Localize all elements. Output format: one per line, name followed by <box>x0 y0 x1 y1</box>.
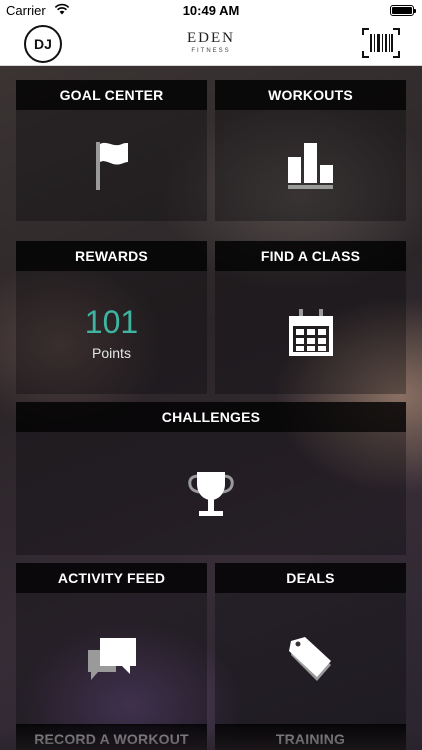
workouts-title: WORKOUTS <box>215 80 406 110</box>
nav-bar: DJ EDEN FITNESS <box>0 22 422 66</box>
deals-title: DEALS <box>215 563 406 593</box>
brand-logo: EDEN FITNESS <box>0 30 422 54</box>
goal-center-title: GOAL CENTER <box>16 80 207 110</box>
dashboard-grid: GOAL CENTER WORKOUTS REWARDS 101 Points … <box>0 66 422 750</box>
status-time: 10:49 AM <box>182 3 240 18</box>
flag-icon <box>95 141 128 190</box>
rewards-points-label: Points <box>92 344 131 361</box>
status-bar: Carrier 10:49 AM <box>0 0 422 22</box>
bar-chart-icon <box>287 142 333 189</box>
record-workout-title: RECORD A WORKOUT <box>16 724 207 750</box>
find-a-class-tile[interactable]: FIND A CLASS <box>215 241 406 394</box>
goal-center-tile[interactable]: GOAL CENTER <box>16 80 207 221</box>
challenges-tile[interactable]: CHALLENGES <box>16 402 406 555</box>
activity-feed-tile[interactable]: ACTIVITY FEED <box>16 563 207 726</box>
price-tag-icon <box>288 636 331 681</box>
find-a-class-title: FIND A CLASS <box>215 241 406 271</box>
deals-tile[interactable]: DEALS <box>215 563 406 726</box>
brand-name: EDEN <box>187 30 235 46</box>
workouts-tile[interactable]: WORKOUTS <box>215 80 406 221</box>
trophy-icon <box>188 471 234 516</box>
challenges-title: CHALLENGES <box>16 402 406 432</box>
brand-subtitle: FITNESS <box>191 48 231 54</box>
training-tile[interactable]: TRAINING <box>215 724 406 750</box>
activity-feed-title: ACTIVITY FEED <box>16 563 207 593</box>
rewards-tile[interactable]: REWARDS 101 Points <box>16 241 207 394</box>
battery-icon <box>390 5 416 16</box>
record-workout-tile[interactable]: RECORD A WORKOUT <box>16 724 207 750</box>
barcode-icon[interactable] <box>362 28 400 58</box>
rewards-points-value: 101 <box>84 303 139 340</box>
calendar-icon <box>288 308 333 356</box>
rewards-title: REWARDS <box>16 241 207 271</box>
chat-bubbles-icon <box>87 637 136 680</box>
training-title: TRAINING <box>215 724 406 750</box>
